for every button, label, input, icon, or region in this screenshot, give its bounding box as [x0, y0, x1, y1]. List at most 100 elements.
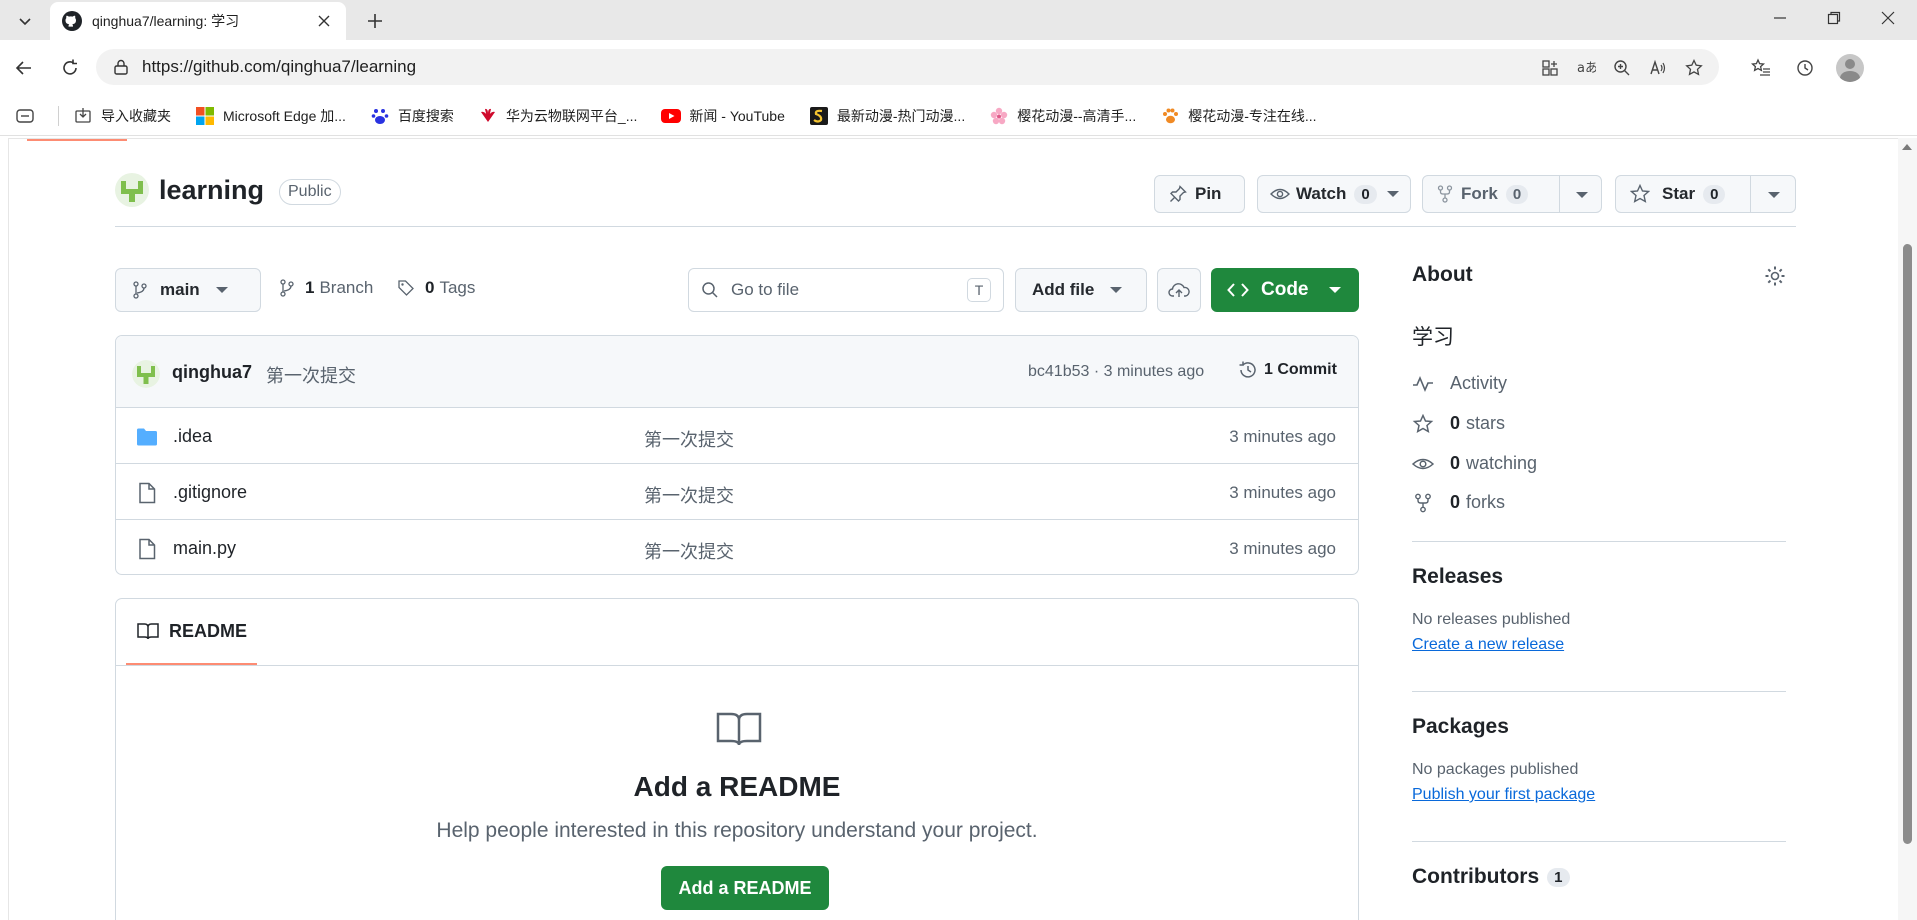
file-commit-message[interactable]: 第一次提交	[644, 426, 734, 452]
contributors-section[interactable]: Contributors 1	[1412, 865, 1570, 889]
folder-icon	[137, 428, 157, 446]
file-row[interactable]: main.py 第一次提交 3 minutes ago	[116, 520, 1358, 574]
browser-tab-active[interactable]: qinghua7/learning: 学习	[50, 2, 346, 40]
profile-button[interactable]	[1835, 53, 1865, 83]
commits-history-link[interactable]: 1 Commit	[1238, 360, 1337, 380]
back-button[interactable]	[8, 52, 40, 84]
page-scrollbar[interactable]	[1898, 138, 1917, 920]
star-dropdown-chevron-icon[interactable]	[1768, 192, 1780, 198]
repo-owner-avatar[interactable]	[115, 173, 149, 207]
star-icon	[1412, 413, 1434, 433]
publish-package-link[interactable]: Publish your first package	[1412, 786, 1595, 804]
pin-button[interactable]: Pin	[1154, 175, 1245, 213]
bookmark-anime-latest[interactable]: 最新动漫-热门动漫...	[809, 106, 965, 126]
nav-active-underline	[27, 139, 127, 141]
bookmark-sakura-hd[interactable]: 樱花动漫--高清手...	[989, 106, 1136, 126]
forks-count: 0	[1450, 492, 1461, 512]
refresh-icon	[63, 59, 77, 75]
commit-author-link[interactable]: qinghua7	[172, 362, 252, 383]
microsoft-icon	[195, 106, 215, 126]
watch-button[interactable]: Watch 0	[1257, 175, 1411, 213]
bookmark-import[interactable]: 导入收藏夹	[73, 106, 171, 126]
book-icon	[137, 623, 159, 640]
commit-author-avatar[interactable]	[132, 360, 160, 388]
eye-icon	[1412, 458, 1434, 469]
releases-heading[interactable]: Releases	[1412, 565, 1503, 589]
file-row[interactable]: .idea 第一次提交 3 minutes ago	[116, 408, 1358, 464]
file-name-link[interactable]: .idea	[173, 426, 212, 447]
zoom-icon[interactable]	[1609, 55, 1635, 81]
add-file-button[interactable]: Add file	[1015, 268, 1147, 312]
tags-link[interactable]: 0 Tags	[397, 278, 475, 298]
branches-link[interactable]: 1 Branch	[279, 278, 373, 298]
history-icon	[1797, 60, 1813, 76]
codespace-cloud-button[interactable]	[1157, 268, 1201, 312]
add-readme-button[interactable]: Add a README	[661, 866, 829, 910]
window-minimize-button[interactable]	[1753, 0, 1807, 36]
sidebar-divider	[1412, 841, 1786, 842]
create-release-link[interactable]: Create a new release	[1412, 636, 1564, 654]
file-commit-time: 3 minutes ago	[1229, 427, 1336, 446]
bookmark-huawei[interactable]: 华为云物联网平台_...	[478, 106, 637, 126]
packages-heading[interactable]: Packages	[1412, 715, 1509, 739]
bookmark-sakura-online[interactable]: 樱花动漫-专注在线...	[1160, 106, 1317, 126]
scroll-up-arrow-icon[interactable]	[1902, 144, 1912, 150]
url-field[interactable]: https://github.com/qinghua7/learning aあ	[96, 49, 1719, 85]
watching-label: watching	[1466, 453, 1538, 473]
url-text: https://github.com/qinghua7/learning	[142, 57, 417, 76]
fork-label[interactable]: Fork	[1461, 184, 1498, 204]
repo-name-link[interactable]: learning	[159, 175, 264, 206]
branch-selector[interactable]: main	[115, 268, 261, 312]
file-commit-message[interactable]: 第一次提交	[644, 538, 734, 564]
favorites-button[interactable]	[1746, 53, 1776, 83]
window-close-button[interactable]	[1861, 0, 1915, 36]
code-button[interactable]: Code	[1211, 268, 1359, 312]
new-tab-button[interactable]	[360, 6, 390, 36]
page-viewport: learning Public Pin Watch 0 Fork 0 Star …	[8, 138, 1898, 920]
forks-link[interactable]: 0 forks	[1412, 492, 1505, 513]
button-divider	[1750, 176, 1751, 212]
readme-tab[interactable]: README	[126, 599, 257, 665]
tab-actions-menu-button[interactable]	[8, 6, 42, 36]
file-commit-message[interactable]: 第一次提交	[644, 482, 734, 508]
bookmark-label: 导入收藏夹	[101, 107, 171, 124]
read-aloud-icon[interactable]	[1645, 55, 1671, 81]
stars-label: stars	[1466, 413, 1506, 433]
readme-tab-label: README	[169, 620, 248, 641]
site-info-icon	[114, 59, 128, 75]
favorite-star-icon[interactable]	[1681, 55, 1707, 81]
activity-link[interactable]: Activity	[1412, 373, 1507, 394]
repo-description: 学习	[1412, 326, 1454, 349]
search-icon	[702, 282, 718, 298]
watching-link[interactable]: 0 watching	[1412, 453, 1537, 474]
favorites-list-icon	[1751, 58, 1770, 76]
bookmark-label: 新闻 - YouTube	[689, 107, 785, 124]
chevron-down-icon	[215, 287, 228, 293]
bookmark-microsoft-edge[interactable]: Microsoft Edge 加...	[195, 106, 346, 126]
profile-avatar-icon	[1836, 54, 1864, 82]
translate-icon[interactable]: aあ	[1573, 55, 1599, 81]
scrollbar-thumb[interactable]	[1903, 244, 1912, 844]
bookmark-youtube[interactable]: 新闻 - YouTube	[661, 106, 785, 126]
close-icon	[1881, 11, 1895, 25]
stars-link[interactable]: 0 stars	[1412, 413, 1505, 434]
chevron-down-icon	[1110, 287, 1123, 293]
refresh-button[interactable]	[54, 52, 86, 84]
file-name-link[interactable]: .gitignore	[173, 482, 247, 503]
go-to-file-input[interactable]: Go to file T	[688, 268, 1004, 312]
window-restore-button[interactable]	[1807, 0, 1861, 36]
history-icon	[1239, 361, 1256, 378]
tab-close-icon[interactable]	[314, 11, 334, 31]
file-name-link[interactable]: main.py	[173, 538, 236, 559]
history-button[interactable]	[1790, 53, 1820, 83]
star-label[interactable]: Star	[1662, 184, 1695, 204]
bookmark-baidu[interactable]: 百度搜索	[370, 106, 454, 126]
fork-dropdown-chevron-icon[interactable]	[1576, 192, 1588, 198]
file-row[interactable]: .gitignore 第一次提交 3 minutes ago	[116, 464, 1358, 520]
gear-icon[interactable]	[1764, 265, 1786, 287]
file-commit-time: 3 minutes ago	[1229, 483, 1336, 502]
commit-hash-time[interactable]: bc41b53 · 3 minutes ago	[1028, 363, 1204, 381]
app-available-icon[interactable]	[1537, 55, 1563, 81]
commit-message-link[interactable]: 第一次提交	[266, 362, 356, 388]
sidebar-toggle-icon[interactable]	[14, 105, 36, 127]
